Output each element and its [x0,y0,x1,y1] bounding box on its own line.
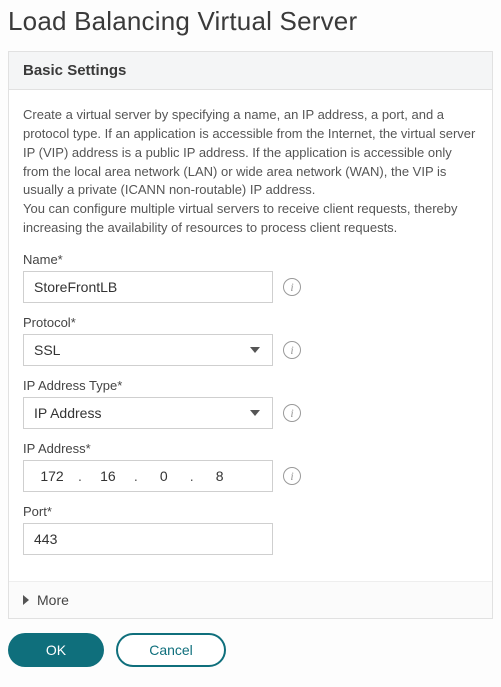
info-icon[interactable]: i [283,467,301,485]
info-icon[interactable]: i [283,278,301,296]
ip-octet-2[interactable] [84,467,132,485]
description-line-2: You can configure multiple virtual serve… [23,201,458,235]
more-expander[interactable]: More [9,581,492,618]
protocol-label: Protocol* [23,315,478,330]
ip-type-select[interactable]: IP Address [23,397,273,429]
caret-right-icon [23,595,29,605]
ip-octet-3[interactable] [140,467,188,485]
name-input[interactable] [23,271,273,303]
ip-dot: . [188,468,196,484]
ip-address-label: IP Address* [23,441,478,456]
port-label: Port* [23,504,478,519]
ip-type-value: IP Address [34,405,101,421]
chevron-down-icon [250,410,260,416]
ip-dot: . [76,468,84,484]
ip-octet-1[interactable] [28,467,76,485]
name-label: Name* [23,252,478,267]
panel-header: Basic Settings [9,52,492,90]
info-icon[interactable]: i [283,341,301,359]
more-label: More [37,592,69,608]
description-text: Create a virtual server by specifying a … [23,106,478,238]
ip-octet-4[interactable] [196,467,244,485]
description-line-1: Create a virtual server by specifying a … [23,107,475,197]
ip-type-label: IP Address Type* [23,378,478,393]
ip-address-input: . . . [23,460,273,492]
protocol-value: SSL [34,342,60,358]
chevron-down-icon [250,347,260,353]
port-input[interactable] [23,523,273,555]
ok-button[interactable]: OK [8,633,104,667]
ip-dot: . [132,468,140,484]
page-title: Load Balancing Virtual Server [8,6,357,37]
cancel-button[interactable]: Cancel [116,633,226,667]
basic-settings-panel: Basic Settings Create a virtual server b… [8,51,493,619]
info-icon[interactable]: i [283,404,301,422]
protocol-select[interactable]: SSL [23,334,273,366]
